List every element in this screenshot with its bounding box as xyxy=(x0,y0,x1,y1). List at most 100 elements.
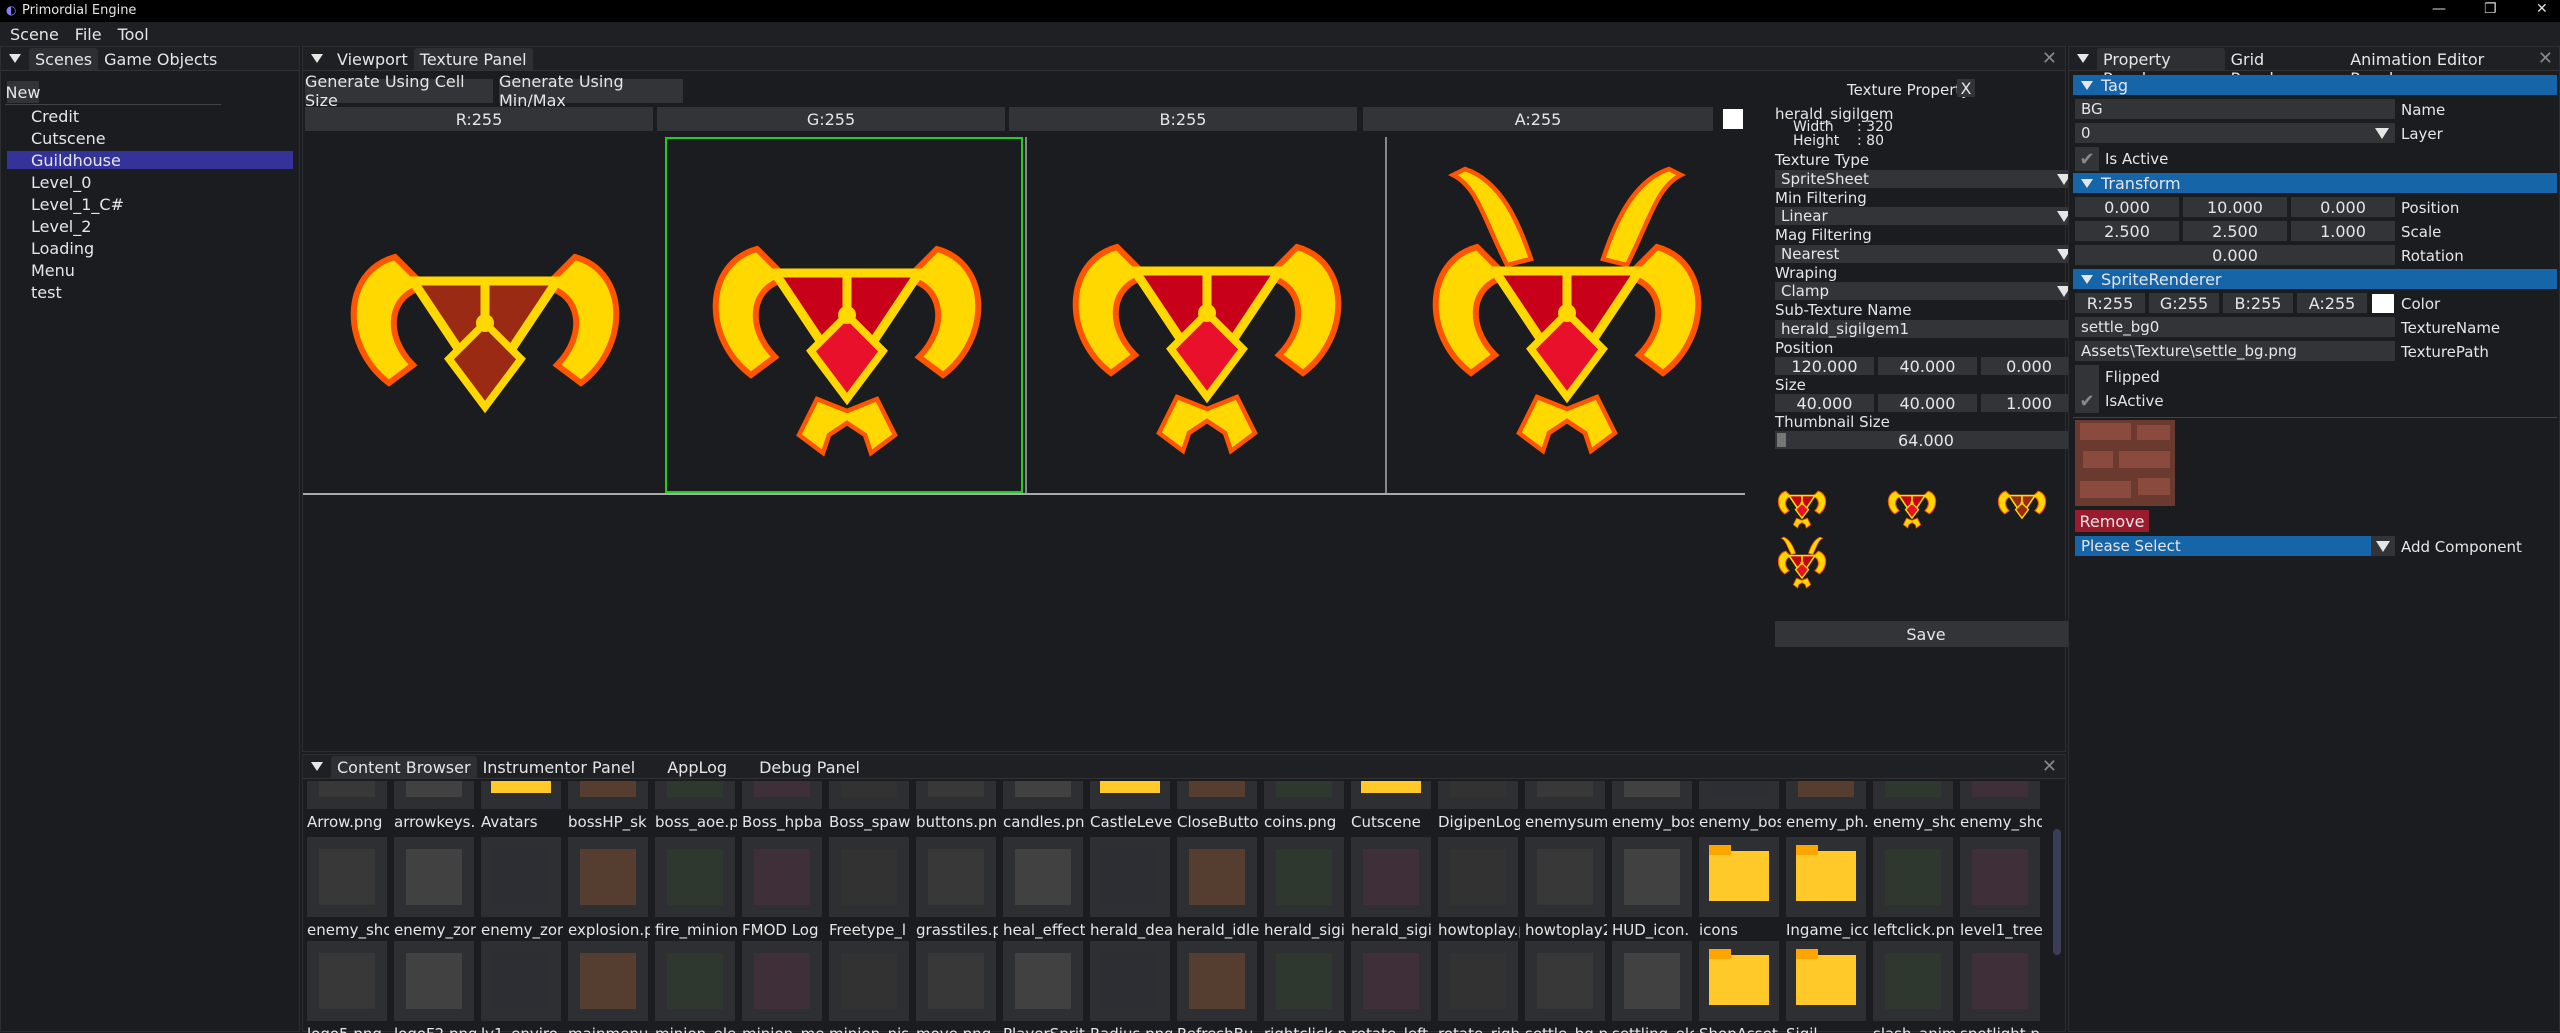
collapse-icon[interactable] xyxy=(2077,54,2089,63)
asset-thumbnail[interactable] xyxy=(394,837,474,917)
asset-thumbnail[interactable] xyxy=(916,837,996,917)
asset-thumbnail[interactable] xyxy=(481,941,561,1021)
generate-min-max-button[interactable]: Generate Using Min/Max xyxy=(499,72,683,110)
sprite-thumbnail[interactable] xyxy=(1775,535,1829,589)
asset-item[interactable]: icons xyxy=(1699,837,1779,939)
new-scene-button[interactable]: New xyxy=(6,81,40,103)
asset-thumbnail[interactable] xyxy=(916,941,996,1021)
size-y-field[interactable]: 40.000 xyxy=(1878,394,1977,413)
asset-item[interactable]: mainmenu xyxy=(568,941,648,1033)
asset-item[interactable]: leftclick.png xyxy=(1873,837,1955,939)
asset-thumbnail[interactable] xyxy=(394,781,474,809)
asset-item[interactable]: minion_nis xyxy=(829,941,909,1033)
asset-thumbnail[interactable] xyxy=(655,941,735,1021)
close-texture-property-button[interactable]: X xyxy=(1957,79,1975,98)
sprite-cell[interactable] xyxy=(305,137,663,493)
tag-header[interactable]: Tag xyxy=(2073,75,2557,95)
position-x-field[interactable]: 0.000 xyxy=(2075,197,2179,217)
asset-item[interactable]: grasstiles.p xyxy=(916,837,998,939)
asset-item[interactable]: enemy_bos xyxy=(1699,781,1781,831)
sprite-cell[interactable] xyxy=(1025,137,1383,493)
asset-item[interactable]: explosion.p xyxy=(568,837,650,939)
save-button[interactable]: Save xyxy=(1775,621,2077,647)
asset-item[interactable]: herald_dea xyxy=(1090,837,1172,939)
sprite-sheet-view[interactable] xyxy=(303,135,1745,495)
asset-item[interactable]: rotate_left xyxy=(1351,941,1431,1033)
asset-item[interactable]: minion_me xyxy=(742,941,824,1033)
scene-item[interactable]: Level_0 xyxy=(31,173,91,192)
asset-thumbnail[interactable] xyxy=(568,781,648,809)
position-y-field[interactable]: 40.000 xyxy=(1878,357,1977,376)
color-swatch[interactable] xyxy=(1723,109,1743,129)
asset-item[interactable]: rightclick.p xyxy=(1264,941,1346,1033)
asset-thumbnail[interactable] xyxy=(1264,837,1344,917)
asset-item[interactable]: Cutscene xyxy=(1351,781,1431,831)
asset-item[interactable]: rotate_right xyxy=(1438,941,1520,1033)
menu-scene[interactable]: Scene xyxy=(0,22,65,44)
asset-item[interactable]: Freetype_l xyxy=(829,837,909,939)
asset-item[interactable]: minion_ele xyxy=(655,941,736,1033)
asset-item[interactable]: Avatars xyxy=(481,781,561,831)
asset-item[interactable]: enemy_sho xyxy=(1873,781,1955,831)
texture-path-input[interactable]: Assets\Texture\settle_bg.png xyxy=(2075,341,2395,361)
transform-header[interactable]: Transform xyxy=(2073,173,2557,193)
asset-thumbnail[interactable] xyxy=(916,781,996,809)
color-g-field[interactable]: G:255 xyxy=(2149,293,2219,313)
asset-item[interactable]: enemy_sho xyxy=(307,837,389,939)
asset-thumbnail[interactable] xyxy=(568,941,648,1021)
asset-item[interactable]: bossHP_sk xyxy=(568,781,648,831)
asset-thumbnail[interactable] xyxy=(1090,837,1170,917)
asset-item[interactable]: herald_idle xyxy=(1177,837,1259,939)
asset-item[interactable]: Ingame_icc xyxy=(1786,837,1868,939)
asset-thumbnail[interactable] xyxy=(742,781,822,809)
asset-thumbnail[interactable] xyxy=(1960,781,2040,809)
asset-item[interactable]: enemysum xyxy=(1525,781,1607,831)
position-z-field[interactable]: 0.000 xyxy=(2291,197,2395,217)
asset-item[interactable]: CloseButto xyxy=(1177,781,1259,831)
asset-item[interactable]: ShopAsset xyxy=(1699,941,1779,1033)
asset-thumbnail[interactable] xyxy=(655,837,735,917)
collapse-icon[interactable] xyxy=(311,54,323,63)
asset-thumbnail[interactable] xyxy=(1786,941,1866,1021)
asset-thumbnail[interactable] xyxy=(481,781,561,809)
asset-item[interactable]: logoF2.png xyxy=(394,941,476,1033)
asset-thumbnail[interactable] xyxy=(1090,781,1170,809)
asset-item[interactable]: RefreshBu xyxy=(1177,941,1257,1033)
asset-item[interactable]: logo5.png xyxy=(307,941,387,1033)
scene-item[interactable]: Level_1_C# xyxy=(31,195,124,214)
close-panel-icon[interactable]: ✕ xyxy=(2538,48,2553,69)
add-component-dropdown[interactable]: Please Select xyxy=(2075,536,2395,556)
sprite-renderer-header[interactable]: SpriteRenderer xyxy=(2073,269,2557,289)
asset-item[interactable]: arrowkeys. xyxy=(394,781,475,831)
asset-item[interactable]: heal_effect xyxy=(1003,837,1085,939)
scene-item[interactable]: Cutscene xyxy=(31,129,106,148)
asset-thumbnail[interactable] xyxy=(394,941,474,1021)
asset-item[interactable]: slash_anim xyxy=(1873,941,1955,1033)
asset-item[interactable]: Boss_hpba xyxy=(742,781,822,831)
tab-viewport[interactable]: Viewport xyxy=(331,48,414,70)
asset-thumbnail[interactable] xyxy=(655,781,735,809)
color-b-field[interactable]: B:255 xyxy=(2223,293,2293,313)
asset-item[interactable]: Boss_spaw xyxy=(829,781,910,831)
size-z-field[interactable]: 1.000 xyxy=(1981,394,2077,413)
asset-thumbnail[interactable] xyxy=(1177,837,1257,917)
tab-debug[interactable]: Debug Panel xyxy=(753,756,866,778)
asset-item[interactable]: herald_sigi xyxy=(1264,837,1345,939)
asset-item[interactable]: enemy_zor xyxy=(394,837,476,939)
asset-thumbnail[interactable] xyxy=(481,837,561,917)
scene-item[interactable]: Loading xyxy=(31,239,94,258)
asset-thumbnail[interactable] xyxy=(307,941,387,1021)
position-z-field[interactable]: 0.000 xyxy=(1981,357,2077,376)
asset-item[interactable]: PlayerSprit xyxy=(1003,941,1085,1033)
asset-thumbnail[interactable] xyxy=(1699,941,1779,1021)
asset-thumbnail[interactable] xyxy=(1351,837,1431,917)
asset-thumbnail[interactable] xyxy=(829,837,909,917)
asset-thumbnail[interactable] xyxy=(307,837,387,917)
subname-input[interactable]: herald_sigilgem1 xyxy=(1775,320,2077,338)
sprite-is-active-checkbox[interactable]: ✔ xyxy=(2075,389,2099,413)
color-r-field[interactable]: R:255 xyxy=(2075,293,2145,313)
asset-thumbnail[interactable] xyxy=(1177,781,1257,809)
asset-item[interactable]: DigipenLog xyxy=(1438,781,1520,831)
asset-item[interactable]: fire_minion xyxy=(655,837,737,939)
asset-thumbnail[interactable] xyxy=(1351,941,1431,1021)
